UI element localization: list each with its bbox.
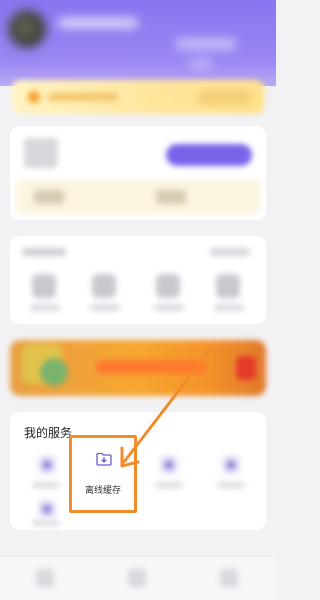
service-label: [32, 520, 60, 526]
service-label: [217, 482, 245, 488]
offline-cache-label: 离线缓存: [84, 485, 121, 495]
vip-button[interactable]: [198, 89, 252, 105]
services-card: 我的服务: [10, 412, 266, 530]
shortcut-label: [90, 304, 120, 311]
service-icon[interactable]: [38, 456, 56, 474]
banner-text: [96, 360, 206, 374]
header-decoration: [190, 58, 212, 68]
shortcut-label: [154, 304, 184, 311]
stat-item[interactable]: [156, 190, 186, 204]
banner-badge: [236, 356, 256, 380]
nav-profile-icon[interactable]: [220, 569, 238, 587]
account-action-button[interactable]: [166, 144, 252, 166]
shortcut-icon[interactable]: [32, 274, 56, 298]
shortcut-label: [30, 304, 60, 311]
shortcut-icon[interactable]: [156, 274, 180, 298]
account-card: [10, 126, 266, 220]
username[interactable]: [58, 18, 138, 28]
card-title: [22, 248, 66, 256]
service-icon[interactable]: [222, 456, 240, 474]
avatar[interactable]: [8, 10, 46, 48]
vip-icon: [28, 91, 40, 103]
offline-cache-button[interactable]: 离线缓存: [69, 435, 137, 513]
services-title: 我的服务: [24, 426, 73, 440]
shortcut-label: [214, 304, 244, 311]
service-label: [155, 482, 183, 488]
shortcut-icon[interactable]: [216, 274, 240, 298]
nav-discover-icon[interactable]: [128, 569, 146, 587]
nav-home-icon[interactable]: [36, 569, 54, 587]
account-stats: [16, 180, 260, 214]
more-link[interactable]: [210, 248, 250, 256]
service-icon[interactable]: [160, 456, 178, 474]
shortcut-card: [10, 236, 266, 324]
shortcut-icon[interactable]: [92, 274, 116, 298]
vip-banner[interactable]: [12, 80, 264, 114]
banner-art: [40, 358, 68, 386]
folder-download-icon: [96, 452, 112, 466]
header-decoration: [176, 38, 236, 50]
bottom-nav: [0, 556, 276, 600]
account-info: [24, 138, 58, 168]
service-label: [32, 482, 60, 488]
stat-item[interactable]: [34, 190, 64, 204]
vip-text: [48, 93, 118, 101]
promo-banner[interactable]: [10, 340, 266, 396]
profile-header: [0, 0, 276, 86]
service-icon[interactable]: [38, 500, 56, 518]
